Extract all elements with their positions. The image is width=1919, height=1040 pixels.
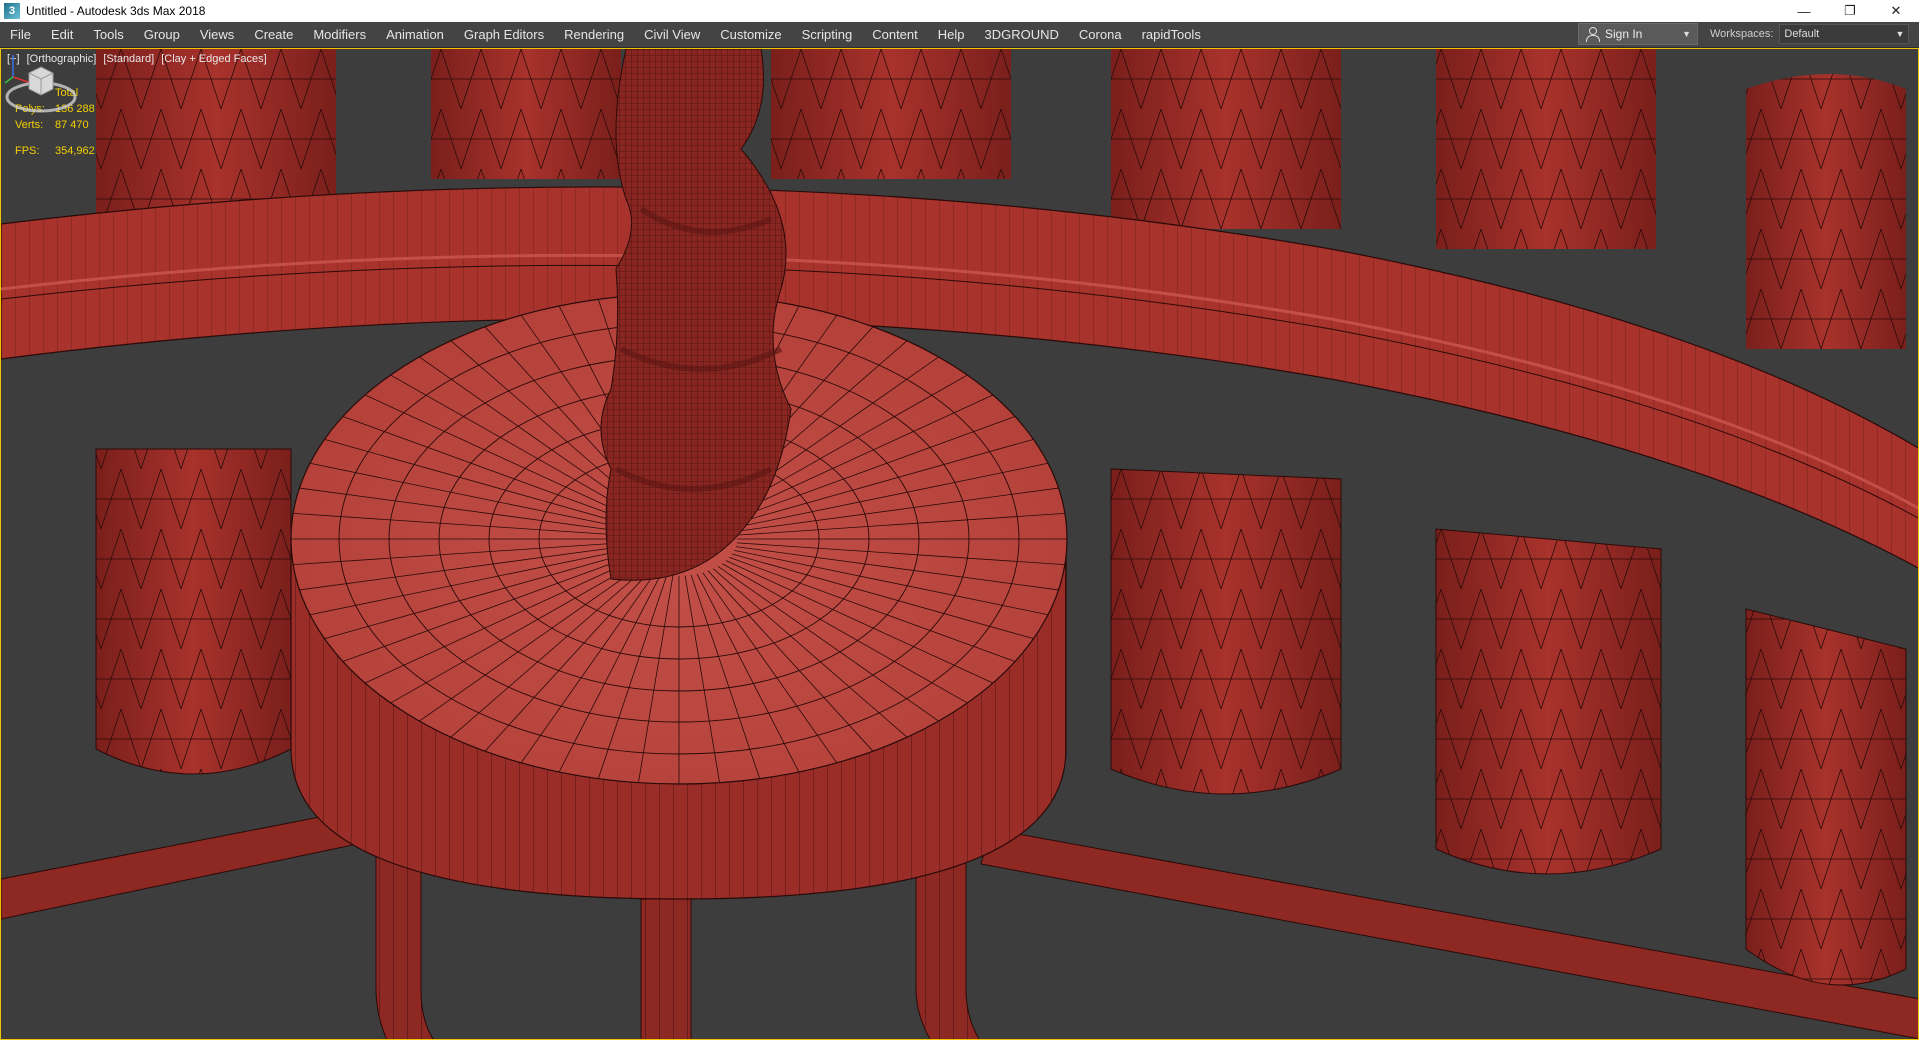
cloth-mesh <box>600 49 792 581</box>
menu-graph-editors[interactable]: Graph Editors <box>454 22 554 47</box>
title-bar: 3 Untitled - Autodesk 3ds Max 2018 — ❐ ✕ <box>0 0 1919 22</box>
menu-modifiers[interactable]: Modifiers <box>303 22 376 47</box>
close-button[interactable]: ✕ <box>1873 0 1919 22</box>
chevron-down-icon: ▼ <box>1895 29 1905 39</box>
restore-button[interactable]: ❐ <box>1827 0 1873 22</box>
menu-3dground[interactable]: 3DGROUND <box>975 22 1069 47</box>
app-icon[interactable]: 3 <box>4 3 20 19</box>
user-icon <box>1585 27 1600 42</box>
window-title: Untitled - Autodesk 3ds Max 2018 <box>26 4 206 18</box>
menu-animation[interactable]: Animation <box>376 22 454 47</box>
menu-edit[interactable]: Edit <box>41 22 83 47</box>
menu-group[interactable]: Group <box>134 22 190 47</box>
scene-render <box>1 49 1918 1039</box>
menu-rendering[interactable]: Rendering <box>554 22 634 47</box>
viewcube-icon[interactable] <box>1 49 81 129</box>
workspaces-dropdown[interactable]: Default ▼ <box>1779 24 1910 44</box>
window-controls: — ❐ ✕ <box>1781 0 1919 22</box>
workspaces-value: Default <box>1784 28 1820 40</box>
menu-create[interactable]: Create <box>244 22 303 47</box>
viewport-display-mode[interactable]: [Clay + Edged Faces] <box>161 53 266 65</box>
viewport-shading-standard[interactable]: [Standard] <box>103 53 154 65</box>
menu-file[interactable]: File <box>0 22 41 47</box>
menu-help[interactable]: Help <box>928 22 975 47</box>
menu-corona[interactable]: Corona <box>1069 22 1132 47</box>
minimize-button[interactable]: — <box>1781 0 1827 22</box>
fps-label: FPS: <box>15 145 40 157</box>
workspaces-control: Workspaces: Default ▼ <box>1710 23 1910 45</box>
workspaces-label: Workspaces: <box>1710 28 1774 40</box>
sign-in-label: Sign In <box>1605 27 1643 41</box>
menu-customize[interactable]: Customize <box>710 22 791 47</box>
menu-views[interactable]: Views <box>190 22 244 47</box>
chevron-down-icon[interactable]: ▼ <box>1682 29 1691 39</box>
menu-scripting[interactable]: Scripting <box>792 22 863 47</box>
viewport-perspective[interactable]: [+] [Orthographic] [Standard] [Clay + Ed… <box>0 48 1919 1040</box>
sign-in-button[interactable]: Sign In ▼ <box>1578 23 1698 45</box>
menu-content[interactable]: Content <box>862 22 928 47</box>
fps-value: 354,962 <box>55 145 95 157</box>
menu-tools[interactable]: Tools <box>83 22 133 47</box>
menu-civil-view[interactable]: Civil View <box>634 22 710 47</box>
menu-rapidtools[interactable]: rapidTools <box>1132 22 1211 47</box>
